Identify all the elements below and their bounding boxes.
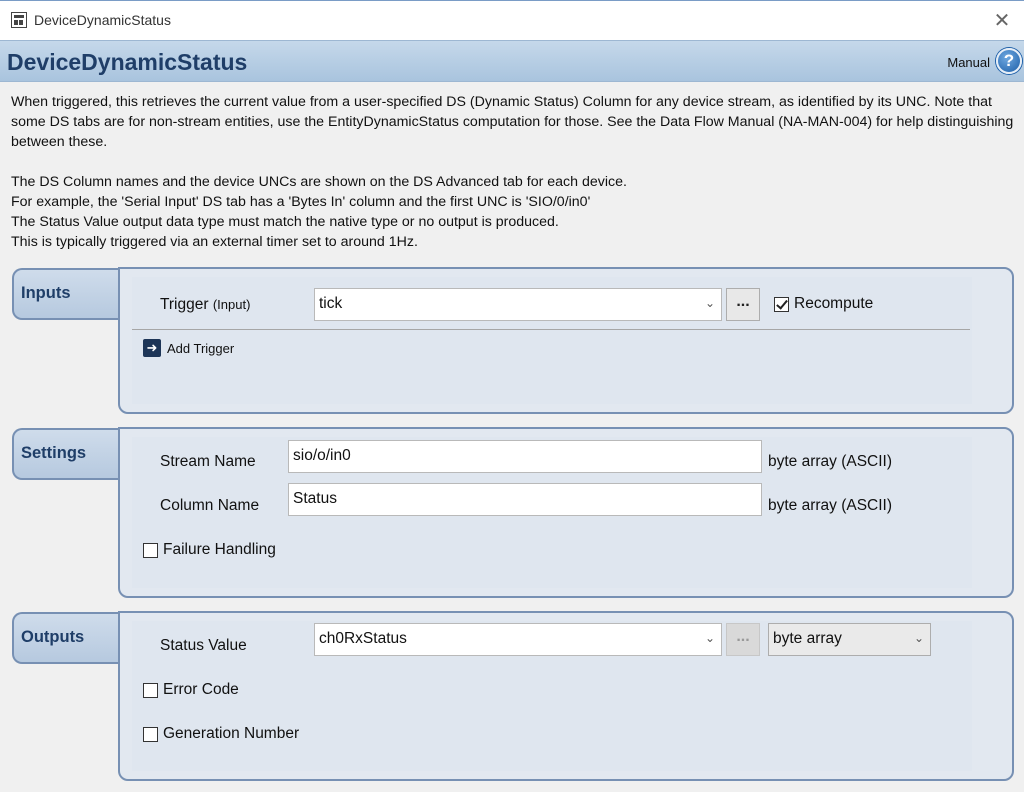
status-value-value: ch0RxStatus [319,630,407,647]
recompute-checkbox[interactable] [774,297,789,312]
page-title: DeviceDynamicStatus [7,49,248,75]
generation-number-label: Generation Number [163,725,300,742]
close-icon[interactable]: ✕ [990,9,1014,33]
output-type-value: byte array [773,630,842,647]
column-name-input[interactable]: Status [288,483,762,516]
status-value-label: Status Value [160,637,247,654]
page-header: DeviceDynamicStatus Manual ? [0,40,1024,82]
output-type-select[interactable]: byte array ⌄ [768,623,931,656]
settings-group: Stream Name sio/o/in0 byte array (ASCII)… [118,427,1014,598]
description-line: The DS Column names and the device UNCs … [11,174,627,190]
outputs-tab: Outputs [12,612,124,664]
inputs-panel: Trigger (Input) tick ⌄ ... Recompute ➜ A… [132,277,972,404]
stream-name-value: sio/o/in0 [293,447,351,464]
trigger-label: Trigger (Input) [160,296,251,313]
add-trigger-button[interactable]: Add Trigger [167,341,234,356]
description-paragraph: When triggered, this retrieves the curre… [11,94,1014,150]
description-line: For example, the 'Serial Input' DS tab h… [11,194,591,210]
stream-name-input[interactable]: sio/o/in0 [288,440,762,473]
error-code-checkbox[interactable] [143,683,158,698]
stream-name-type: byte array (ASCII) [768,453,893,470]
outputs-panel: Status Value ch0RxStatus ⌄ ... byte arra… [132,621,972,771]
error-code-label: Error Code [163,681,239,698]
chevron-down-icon: ⌄ [704,296,715,310]
stream-name-label: Stream Name [160,453,256,470]
failure-handling-checkbox[interactable] [143,543,158,558]
outputs-group: Status Value ch0RxStatus ⌄ ... byte arra… [118,611,1014,781]
description-line: The Status Value output data type must m… [11,214,559,230]
trigger-select[interactable]: tick ⌄ [314,288,722,321]
divider [132,329,970,330]
recompute-label: Recompute [794,295,874,312]
arrow-right-icon[interactable]: ➜ [143,339,161,357]
settings-tab: Settings [12,428,124,480]
inputs-tab: Inputs [12,268,124,320]
trigger-value: tick [319,295,343,312]
failure-handling-label: Failure Handling [163,541,276,558]
column-name-value: Status [293,490,337,507]
help-circle-icon[interactable]: ? [996,48,1022,74]
inputs-group: Trigger (Input) tick ⌄ ... Recompute ➜ A… [118,267,1014,414]
app-window-icon [11,12,27,28]
trigger-browse-button[interactable]: ... [726,288,760,321]
manual-link[interactable]: Manual [947,55,990,70]
status-value-select[interactable]: ch0RxStatus ⌄ [314,623,722,656]
chevron-down-icon: ⌄ [913,631,924,645]
column-name-type: byte array (ASCII) [768,497,893,514]
settings-panel: Stream Name sio/o/in0 byte array (ASCII)… [132,437,972,588]
chevron-down-icon: ⌄ [704,631,715,645]
column-name-label: Column Name [160,497,260,514]
window-title: DeviceDynamicStatus [34,12,171,28]
window-titlebar: DeviceDynamicStatus ✕ [0,0,1024,40]
status-value-browse-button[interactable]: ... [726,623,760,656]
description-line: This is typically triggered via an exter… [11,234,418,250]
description: When triggered, this retrieves the curre… [11,92,1016,252]
generation-number-checkbox[interactable] [143,727,158,742]
